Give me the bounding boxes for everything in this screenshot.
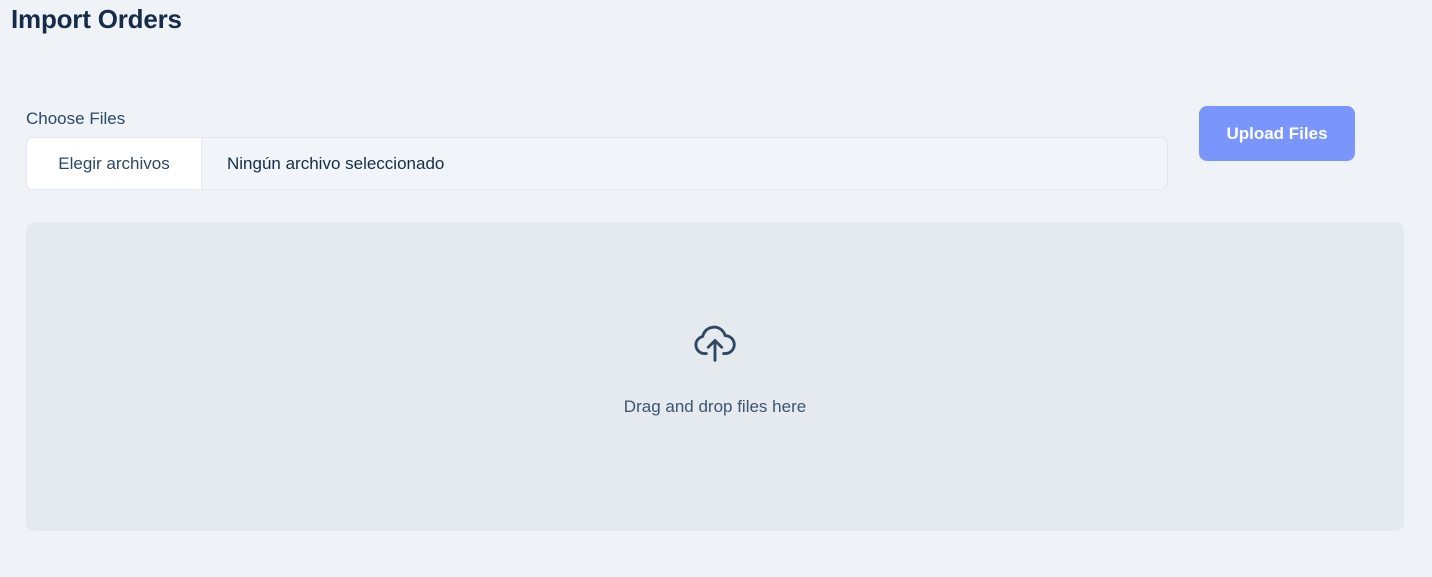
file-status-text: Ningún archivo seleccionado xyxy=(227,153,445,173)
cloud-upload-icon xyxy=(694,325,736,362)
drop-zone[interactable]: Drag and drop files here xyxy=(26,222,1404,531)
file-input[interactable]: Elegir archivos Ningún archivo seleccion… xyxy=(26,137,1168,190)
upload-files-button[interactable]: Upload Files xyxy=(1199,106,1355,161)
choose-files-label: Choose Files xyxy=(26,109,126,128)
page-title: Import Orders xyxy=(11,4,182,34)
drop-zone-text: Drag and drop files here xyxy=(623,397,807,416)
choose-files-button[interactable]: Elegir archivos xyxy=(27,138,202,189)
